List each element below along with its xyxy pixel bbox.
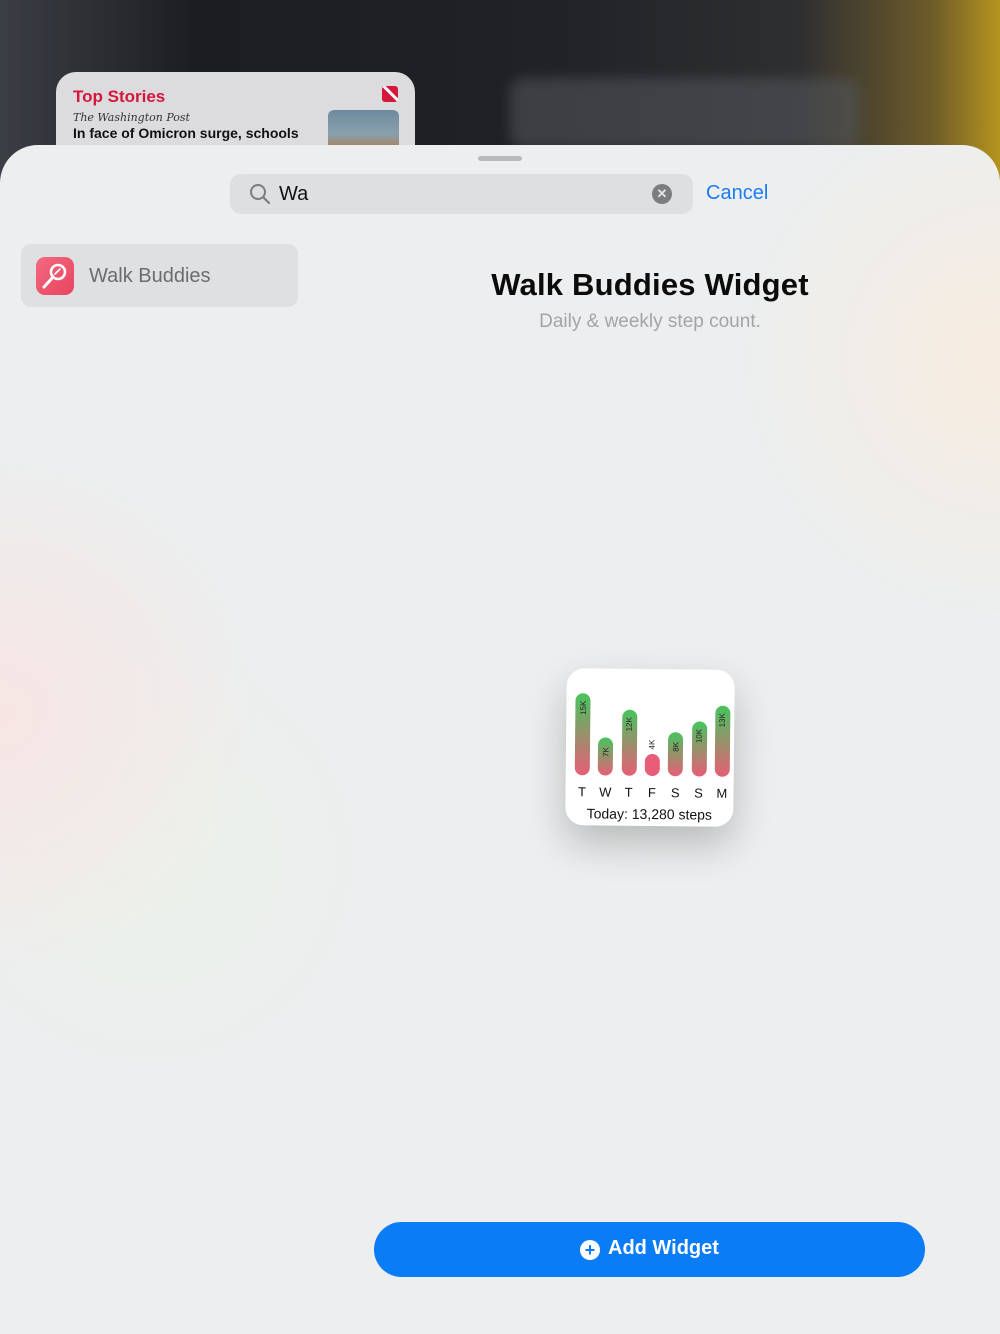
widget-preview[interactable]: 15K T 7K W 12K T 4K F 8K S 10K S 13K M Today: 13,280 … bbox=[565, 668, 735, 827]
bar-value-label: 15K bbox=[578, 700, 588, 715]
bar-value-label: 4K bbox=[647, 739, 657, 750]
bar-value-label: 8K bbox=[671, 742, 681, 752]
sidebar-item-walk-buddies[interactable]: Walk Buddies bbox=[21, 244, 298, 307]
bar-value-label: 12K bbox=[624, 717, 634, 732]
cancel-button[interactable]: Cancel bbox=[706, 182, 768, 205]
blurred-widget bbox=[510, 78, 860, 148]
xmark-circle-icon[interactable]: ✕ bbox=[652, 184, 672, 204]
search-bar[interactable]: ✕ bbox=[230, 174, 693, 214]
day-label: S bbox=[694, 785, 703, 801]
bar-value-label: 13K bbox=[718, 713, 728, 728]
bar-value-label: 10K bbox=[694, 729, 704, 744]
today-steps: Today: 13,280 steps bbox=[586, 805, 713, 823]
day-label: S bbox=[670, 785, 680, 801]
walk-buddies-app-icon bbox=[36, 257, 74, 295]
widget-title: Walk Buddies Widget bbox=[491, 267, 809, 302]
sidebar-item-label: Walk Buddies bbox=[89, 265, 211, 287]
news-headline: In face of Omicron surge, schools bbox=[73, 125, 299, 141]
day-label: W bbox=[599, 784, 612, 800]
add-widget-label: Add Widget bbox=[608, 1237, 719, 1259]
bar-value-label: 7K bbox=[601, 746, 611, 757]
day-label: T bbox=[577, 784, 587, 800]
apple-news-icon bbox=[382, 86, 398, 102]
add-widget-button[interactable]: + Add Widget bbox=[374, 1222, 925, 1277]
step-chart: 15K T 7K W 12K T 4K F 8K S 10K S 13K M bbox=[566, 668, 735, 801]
news-widget-title: Top Stories bbox=[73, 87, 166, 106]
day-label: F bbox=[647, 784, 656, 801]
sheet-grabber[interactable] bbox=[478, 156, 522, 161]
plus-circle-icon: + bbox=[580, 1240, 600, 1260]
chart-bar bbox=[644, 754, 660, 777]
search-icon bbox=[250, 184, 271, 205]
widget-subtitle: Daily & weekly step count. bbox=[539, 311, 761, 332]
news-source: The Washington Post bbox=[73, 111, 190, 124]
widget-gallery-sheet: ✕ Cancel Walk Buddies Walk Buddies Widge… bbox=[0, 145, 1000, 1334]
day-label: T bbox=[624, 784, 633, 800]
day-label: M bbox=[716, 785, 728, 801]
search-input[interactable] bbox=[279, 174, 639, 214]
